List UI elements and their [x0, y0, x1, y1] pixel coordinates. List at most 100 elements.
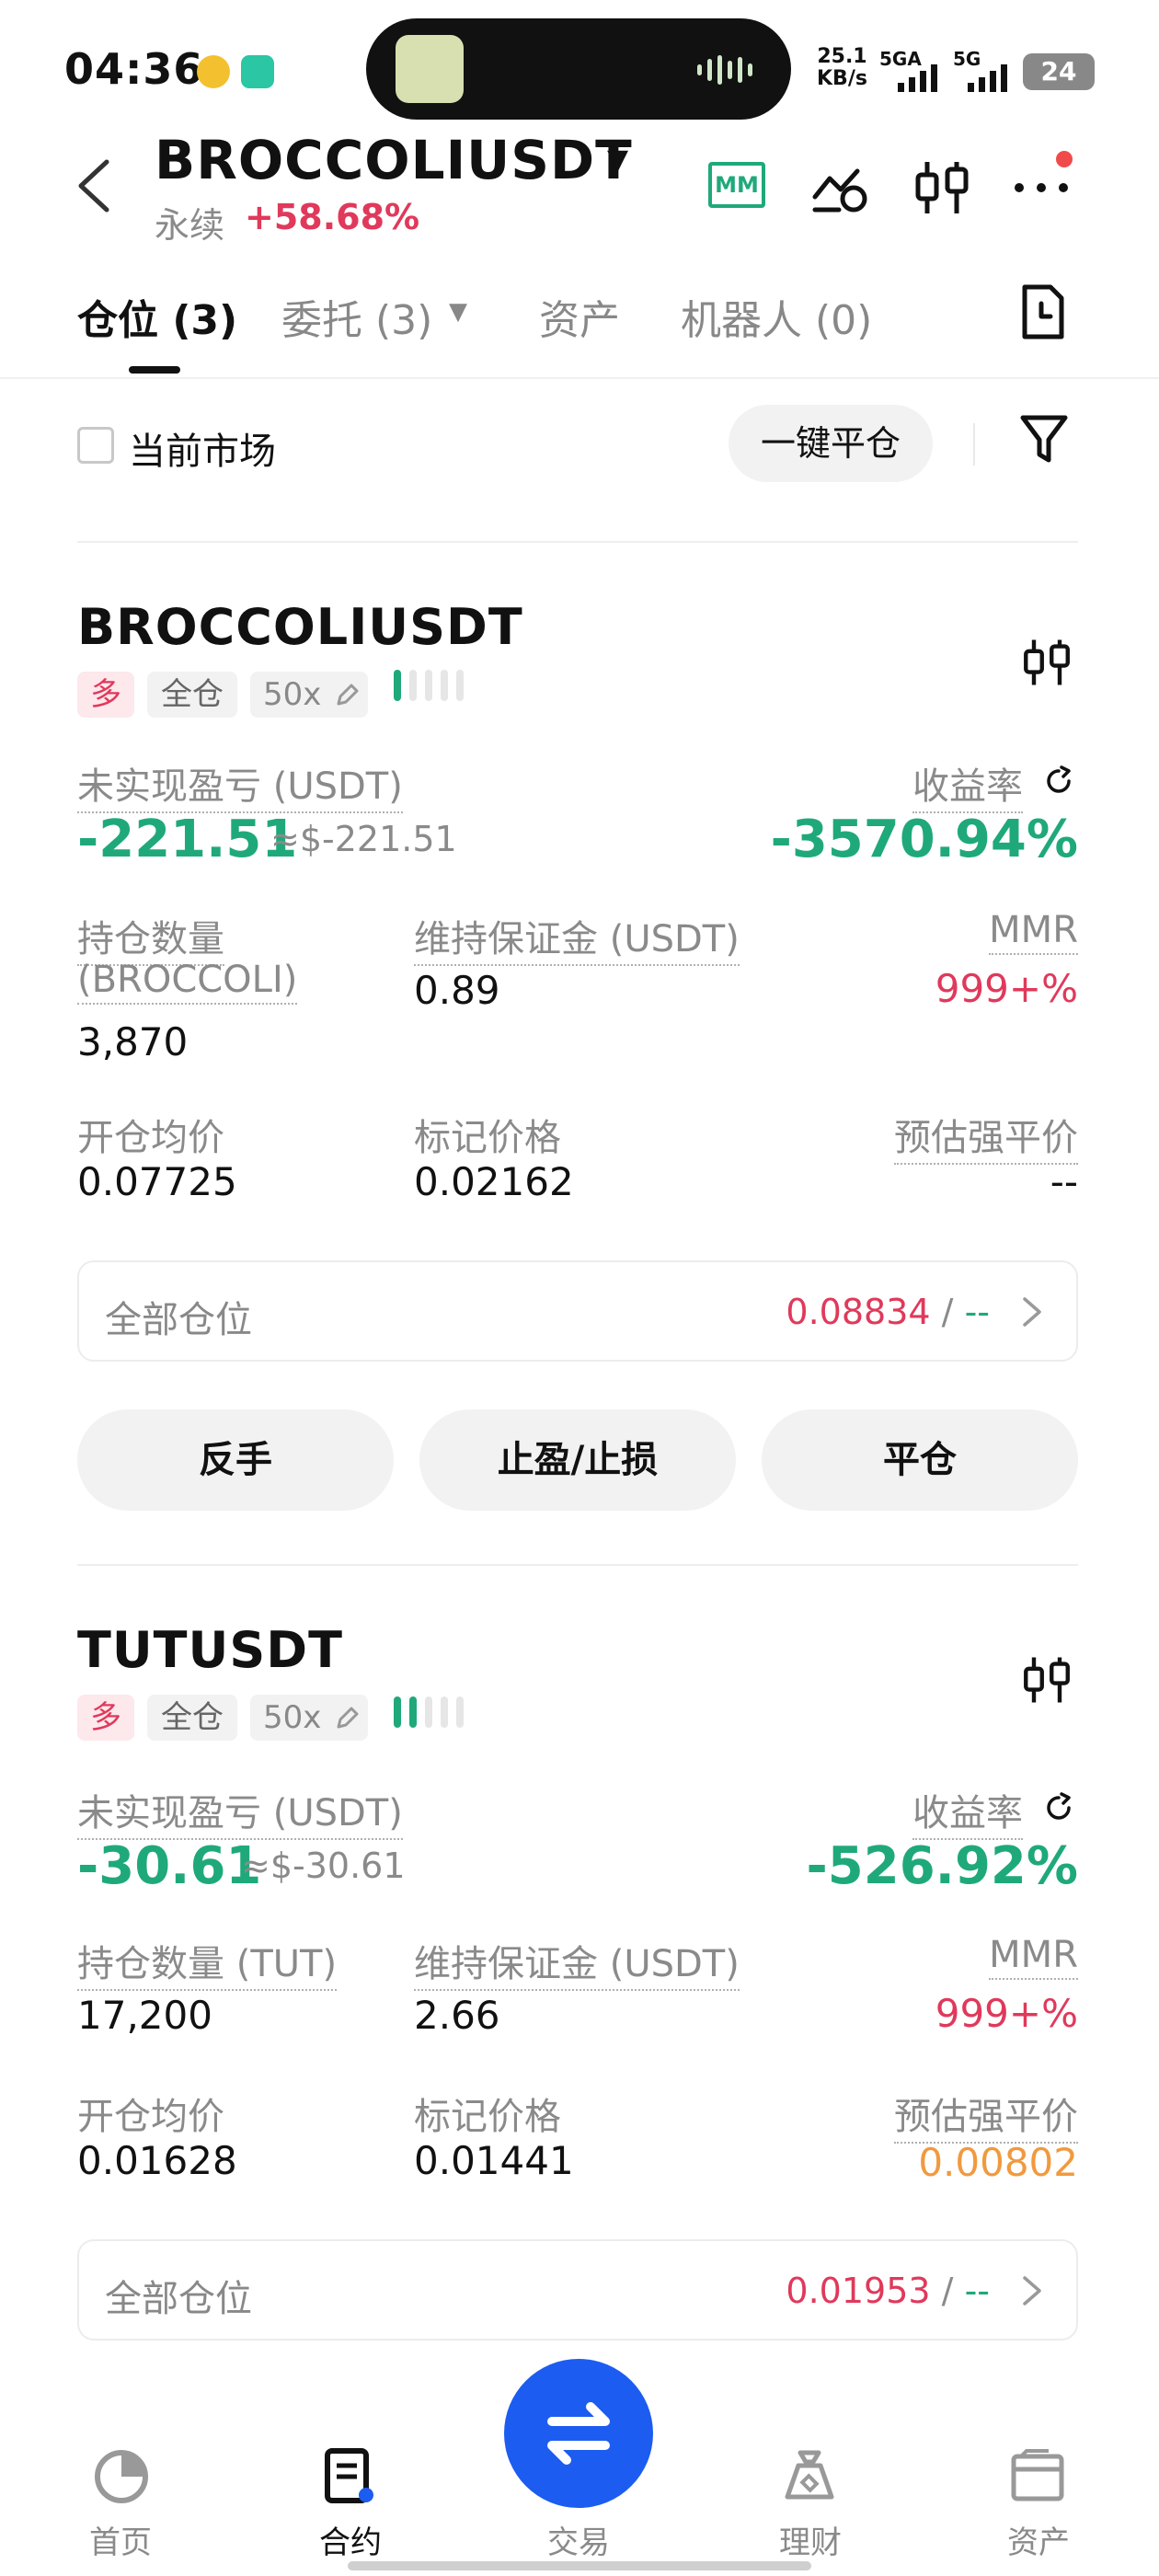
all-positions-other: -- — [964, 2271, 990, 2311]
unrealized-pnl-value: -30.61 — [77, 1836, 262, 1896]
liquidation-price-label: 预估强平价 — [894, 2087, 1078, 2144]
liquidation-price-value: -- — [1050, 1159, 1078, 1204]
tab-bots[interactable]: 机器人 (0) — [681, 287, 872, 346]
close-position-button[interactable]: 平仓 — [762, 1409, 1078, 1511]
risk-level-bars — [394, 1696, 472, 1731]
side-badge: 多 — [77, 672, 134, 718]
leverage-badge[interactable]: 50x — [250, 672, 368, 718]
all-positions-label: 全部仓位 — [105, 1299, 252, 1341]
unrealized-pnl-label: 未实现盈亏 (USDT) — [77, 756, 403, 813]
tab-divider — [0, 377, 1159, 379]
risk-bar — [441, 1696, 448, 1728]
nav-assets[interactable]: 资产 — [979, 2517, 1098, 2562]
position-chart-icon[interactable] — [1021, 1652, 1073, 1708]
pair-dropdown-icon[interactable]: ▼ — [607, 144, 628, 176]
tab-assets[interactable]: 资产 — [539, 287, 620, 346]
position-qty-unit: (BROCCOLI) — [77, 959, 298, 1005]
unrealized-pnl-usd: ≈$-221.51 — [270, 819, 457, 859]
risk-bar — [456, 1696, 464, 1728]
risk-bar — [409, 1696, 417, 1728]
status-app-icon-1 — [197, 55, 230, 88]
all-positions-label: 全部仓位 — [105, 2278, 252, 2320]
reverse-button[interactable]: 反手 — [77, 1409, 394, 1511]
chevron-right-icon — [1023, 2276, 1041, 2306]
margin-mode-badge: 全仓 — [147, 1695, 237, 1741]
all-positions-separator: / — [941, 2271, 954, 2311]
leverage-badge[interactable]: 50x — [250, 1695, 368, 1741]
back-arrow-icon[interactable] — [74, 158, 114, 213]
price-change: +58.68% — [245, 197, 420, 237]
mmr-label: MMR — [989, 909, 1078, 955]
tab-positions[interactable]: 仓位 (3) — [77, 287, 237, 346]
all-positions-row[interactable]: 全部仓位 0.08834 / -- — [77, 1260, 1078, 1362]
roi-value: -3570.94% — [770, 810, 1078, 869]
current-market-label[interactable]: 当前市场 — [129, 421, 276, 475]
assets-wallet-icon[interactable] — [1008, 2447, 1067, 2506]
maintenance-margin-value: 2.66 — [414, 1993, 500, 2038]
risk-bar — [394, 670, 401, 701]
maintenance-margin-label: 维持保证金 (USDT) — [414, 909, 740, 966]
unrealized-pnl-value: -221.51 — [77, 810, 298, 869]
current-market-checkbox[interactable] — [77, 427, 114, 464]
unrealized-pnl-label: 未实现盈亏 (USDT) — [77, 1783, 403, 1840]
risk-bar — [456, 670, 464, 701]
position-qty-value: 17,200 — [77, 1993, 212, 2038]
position-qty-value: 3,870 — [77, 1019, 189, 1064]
position-qty-label: 持仓数量 (TUT) — [77, 1934, 338, 1991]
signal-bars-icon-2 — [968, 64, 1007, 92]
all-positions-row[interactable]: 全部仓位 0.01953 / -- — [77, 2239, 1078, 2340]
price-alert-icon[interactable] — [811, 158, 870, 217]
candlestick-chart-icon[interactable] — [912, 158, 971, 217]
pair-title[interactable]: BROCCOLIUSDT — [155, 129, 633, 191]
futures-contract-icon[interactable] — [320, 2447, 379, 2506]
now-playing-thumbnail — [396, 35, 464, 103]
tp-sl-button[interactable]: 止盈/止损 — [419, 1409, 736, 1511]
roi-value: -526.92% — [806, 1836, 1078, 1896]
roi-label: 收益率 — [912, 756, 1023, 813]
position-qty-label: 持仓数量 — [77, 909, 224, 966]
close-all-button[interactable]: 一键平仓 — [729, 405, 933, 482]
all-positions-separator: / — [941, 1292, 954, 1332]
filter-icon[interactable] — [1019, 412, 1069, 466]
nav-earn[interactable]: 理财 — [751, 2517, 870, 2562]
nav-home[interactable]: 首页 — [61, 2517, 180, 2562]
tab-orders[interactable]: 委托 (3) — [281, 287, 432, 346]
liquidation-price-value: 0.00802 — [918, 2140, 1078, 2185]
home-icon[interactable] — [92, 2447, 151, 2506]
entry-price-label: 开仓均价 — [77, 1117, 224, 1159]
signal-bars-icon-1 — [898, 64, 937, 92]
swap-arrows-icon — [547, 2402, 610, 2465]
all-positions-values: 0.01953 / -- — [786, 2271, 990, 2311]
nav-futures[interactable]: 合约 — [291, 2517, 410, 2562]
position-symbol[interactable]: BROCCOLIUSDT — [77, 598, 523, 656]
share-refresh-icon[interactable] — [1043, 765, 1074, 797]
mmr-value: 999+% — [935, 966, 1078, 1011]
position-symbol[interactable]: TUTUSDT — [77, 1621, 343, 1679]
leverage-value: 50x — [263, 1699, 322, 1736]
mmr-label: MMR — [989, 1934, 1078, 1980]
margin-mode-badge: 全仓 — [147, 672, 237, 718]
home-indicator — [348, 2561, 811, 2570]
all-positions-price: 0.01953 — [786, 2271, 931, 2311]
maintenance-margin-value: 0.89 — [414, 968, 500, 1013]
share-refresh-icon[interactable] — [1043, 1792, 1074, 1823]
notification-dot — [1056, 151, 1073, 167]
all-positions-values: 0.08834 / -- — [786, 1292, 990, 1332]
roi-label: 收益率 — [912, 1783, 1023, 1840]
edit-pencil-icon — [337, 684, 359, 706]
position-card-broccoli: BROCCOLIUSDT 多 全仓 50x 未实现盈亏 (USDT) -221.… — [0, 589, 1159, 1536]
nav-trade[interactable]: 交易 — [519, 2517, 638, 2562]
risk-bar — [425, 1696, 432, 1728]
risk-level-bars — [394, 670, 472, 705]
card-divider — [77, 1564, 1078, 1566]
mark-price-label: 标记价格 — [414, 1117, 561, 1159]
mark-price-label: 标记价格 — [414, 2096, 561, 2138]
tab-orders-dropdown-icon[interactable]: ▼ — [449, 298, 467, 326]
position-chart-icon[interactable] — [1021, 635, 1073, 690]
earn-bag-icon[interactable] — [780, 2447, 839, 2506]
all-positions-other: -- — [964, 1292, 990, 1332]
market-maker-icon[interactable]: MM — [708, 162, 765, 208]
trade-fab-button[interactable] — [504, 2359, 653, 2508]
mmr-value: 999+% — [935, 1991, 1078, 2036]
history-icon[interactable] — [1019, 283, 1067, 340]
